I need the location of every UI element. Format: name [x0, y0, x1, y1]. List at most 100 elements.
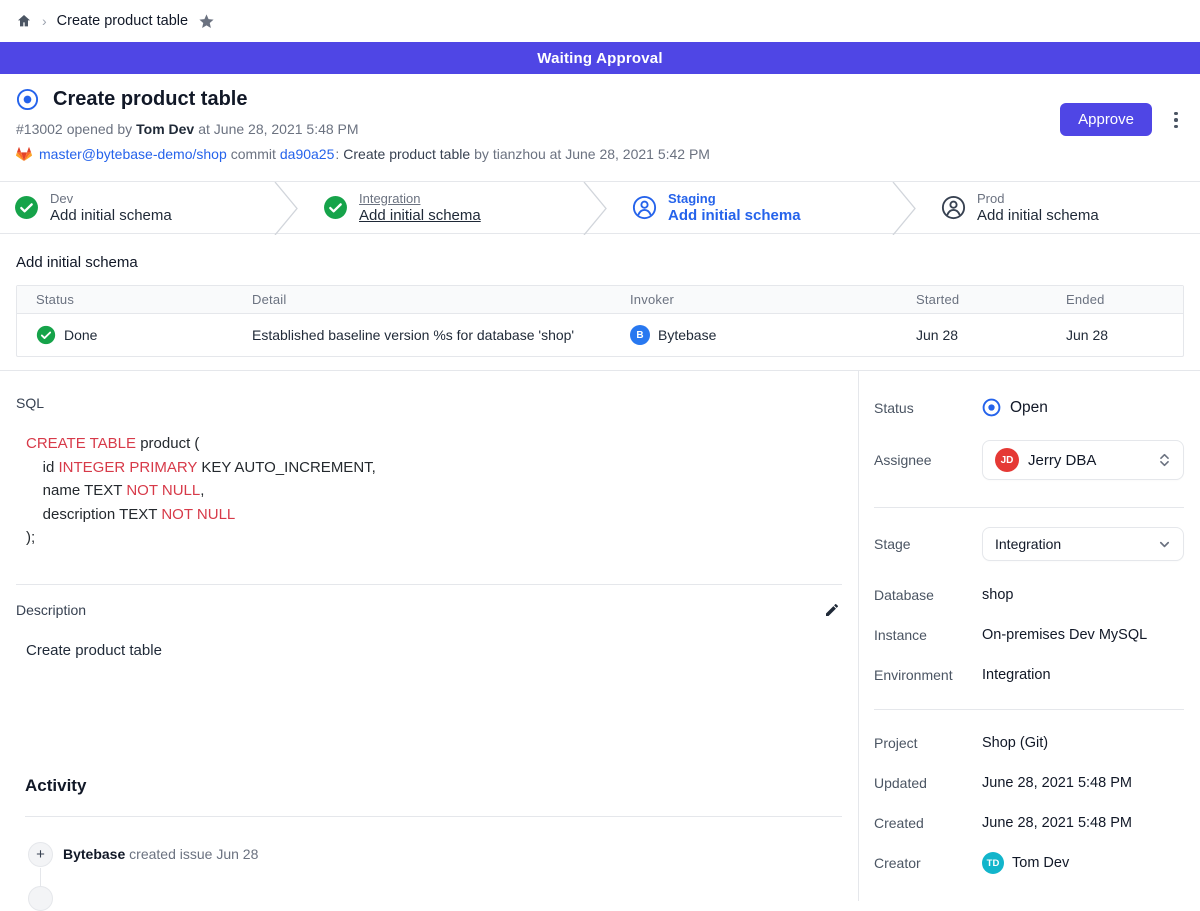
stage-select[interactable]: Integration — [982, 527, 1184, 561]
user-circle-icon — [941, 195, 966, 220]
col-invoker: Invoker — [611, 286, 897, 313]
created-label: Created — [874, 815, 982, 831]
home-icon[interactable] — [16, 13, 32, 29]
environment-value: Integration — [982, 667, 1051, 683]
approval-banner: Waiting Approval — [0, 42, 1200, 74]
stage-task-label: Add initial schema — [668, 207, 801, 225]
commit-hash-link[interactable]: da90a25 — [280, 145, 335, 163]
database-value: shop — [982, 587, 1013, 603]
breadcrumb-chevron-icon: › — [42, 13, 47, 29]
instance-label: Instance — [874, 627, 982, 643]
issue-number: #13002 — [16, 120, 63, 138]
issue-open-status-icon — [16, 88, 39, 111]
stage-staging[interactable]: Staging Add initial schema — [608, 182, 891, 233]
assignee-avatar: JD — [995, 448, 1019, 472]
stage-separator — [273, 182, 299, 235]
unfold-icon — [1158, 452, 1171, 468]
vcs-commit-line: master@bytebase-demo/shop commit da90a25… — [16, 145, 1184, 163]
stage-prod[interactable]: Prod Add initial schema — [917, 182, 1200, 233]
project-value: Shop (Git) — [982, 735, 1048, 751]
task-table: Status Detail Invoker Started Ended Done… — [16, 285, 1184, 357]
user-circle-icon — [632, 195, 657, 220]
project-label: Project — [874, 735, 982, 751]
activity-actor: Bytebase — [63, 846, 125, 862]
task-section-title: Add initial schema — [16, 254, 1184, 271]
stage-env-label: Integration — [359, 191, 481, 207]
stage-env-label: Staging — [668, 191, 801, 207]
breadcrumb-page-title: Create product table — [57, 13, 188, 29]
issue-header: Create product table #13002 opened by To… — [0, 74, 1200, 181]
col-ended: Ended — [1047, 286, 1183, 313]
activity-time: Jun 28 — [216, 846, 258, 862]
col-started: Started — [897, 286, 1047, 313]
task-section: Add initial schema Status Detail Invoker… — [0, 234, 1200, 371]
pipeline-stage-bar: Dev Add initial schema Integration Add i… — [0, 181, 1200, 234]
chevron-down-icon — [1158, 538, 1171, 551]
assignee-value: Jerry DBA — [1028, 452, 1149, 469]
opened-by-user: Tom Dev — [136, 120, 194, 138]
created-value: June 28, 2021 5:48 PM — [982, 815, 1132, 831]
task-ended: Jun 28 — [1047, 314, 1183, 356]
stage-task-label: Add initial schema — [977, 207, 1099, 225]
stage-task-label: Add initial schema — [50, 207, 172, 225]
stage-env-label: Prod — [977, 191, 1099, 207]
page-title: Create product table — [53, 88, 247, 111]
task-detail: Established baseline version %s for data… — [233, 314, 611, 356]
plus-icon: + — [28, 842, 53, 867]
status-value: Open — [1010, 399, 1048, 417]
timeline-connector — [40, 868, 41, 887]
stage-task-label: Add initial schema — [359, 207, 481, 225]
stage-separator — [582, 182, 608, 235]
activity-title: Activity — [25, 776, 842, 796]
timeline-next-node — [28, 886, 53, 911]
activity-action: created issue — [129, 846, 212, 862]
creator-value: Tom Dev — [1012, 855, 1069, 871]
approval-banner-text: Waiting Approval — [537, 50, 662, 67]
status-label: Status — [874, 400, 982, 416]
description-text: Create product table — [26, 642, 842, 659]
approve-button[interactable]: Approve — [1060, 103, 1152, 136]
task-status: Done — [64, 327, 97, 343]
stage-dev[interactable]: Dev Add initial schema — [0, 182, 273, 233]
stage-separator — [891, 182, 917, 235]
divider — [16, 584, 842, 585]
issue-meta: #13002 opened by Tom Dev at June 28, 202… — [16, 120, 1184, 138]
sql-statement: CREATE TABLE product ( id INTEGER PRIMAR… — [26, 432, 842, 550]
stage-value: Integration — [995, 536, 1149, 552]
pencil-icon — [824, 602, 840, 618]
task-started: Jun 28 — [897, 314, 1047, 356]
stage-label: Stage — [874, 536, 982, 552]
commit-message: Create product table — [343, 145, 470, 163]
done-check-icon — [36, 325, 56, 345]
col-detail: Detail — [233, 286, 611, 313]
assignee-label: Assignee — [874, 452, 982, 468]
creator-label: Creator — [874, 855, 982, 871]
stage-env-label: Dev — [50, 191, 172, 207]
issue-main-column: SQL CREATE TABLE product ( id INTEGER PR… — [0, 371, 858, 901]
star-icon[interactable] — [198, 13, 215, 30]
issue-sidebar: Status Open Assignee JD Jerry DBA Stage — [858, 371, 1200, 901]
sql-label: SQL — [16, 395, 842, 411]
vcs-branch-link[interactable]: master@bytebase-demo/shop — [39, 145, 227, 163]
task-table-header: Status Detail Invoker Started Ended — [17, 286, 1183, 314]
breadcrumb: › Create product table — [0, 0, 1200, 42]
task-invoker: Bytebase — [658, 327, 716, 343]
creator-avatar: TD — [982, 852, 1004, 874]
stage-integration[interactable]: Integration Add initial schema — [299, 182, 582, 233]
col-status: Status — [17, 286, 233, 313]
divider — [874, 507, 1184, 508]
gitlab-icon — [16, 147, 32, 162]
environment-label: Environment — [874, 667, 982, 683]
more-actions-button[interactable] — [1166, 107, 1186, 133]
table-row[interactable]: Done Established baseline version %s for… — [17, 314, 1183, 356]
invoker-avatar: B — [630, 325, 650, 345]
activity-item: + Bytebase created issue Jun 28 — [28, 842, 842, 867]
open-status-icon — [982, 398, 1001, 417]
assignee-select[interactable]: JD Jerry DBA — [982, 440, 1184, 480]
edit-description-button[interactable] — [822, 600, 842, 620]
instance-value: On-premises Dev MySQL — [982, 627, 1147, 643]
description-label: Description — [16, 602, 86, 618]
updated-value: June 28, 2021 5:48 PM — [982, 775, 1132, 791]
check-circle-icon — [14, 195, 39, 220]
divider — [874, 709, 1184, 710]
